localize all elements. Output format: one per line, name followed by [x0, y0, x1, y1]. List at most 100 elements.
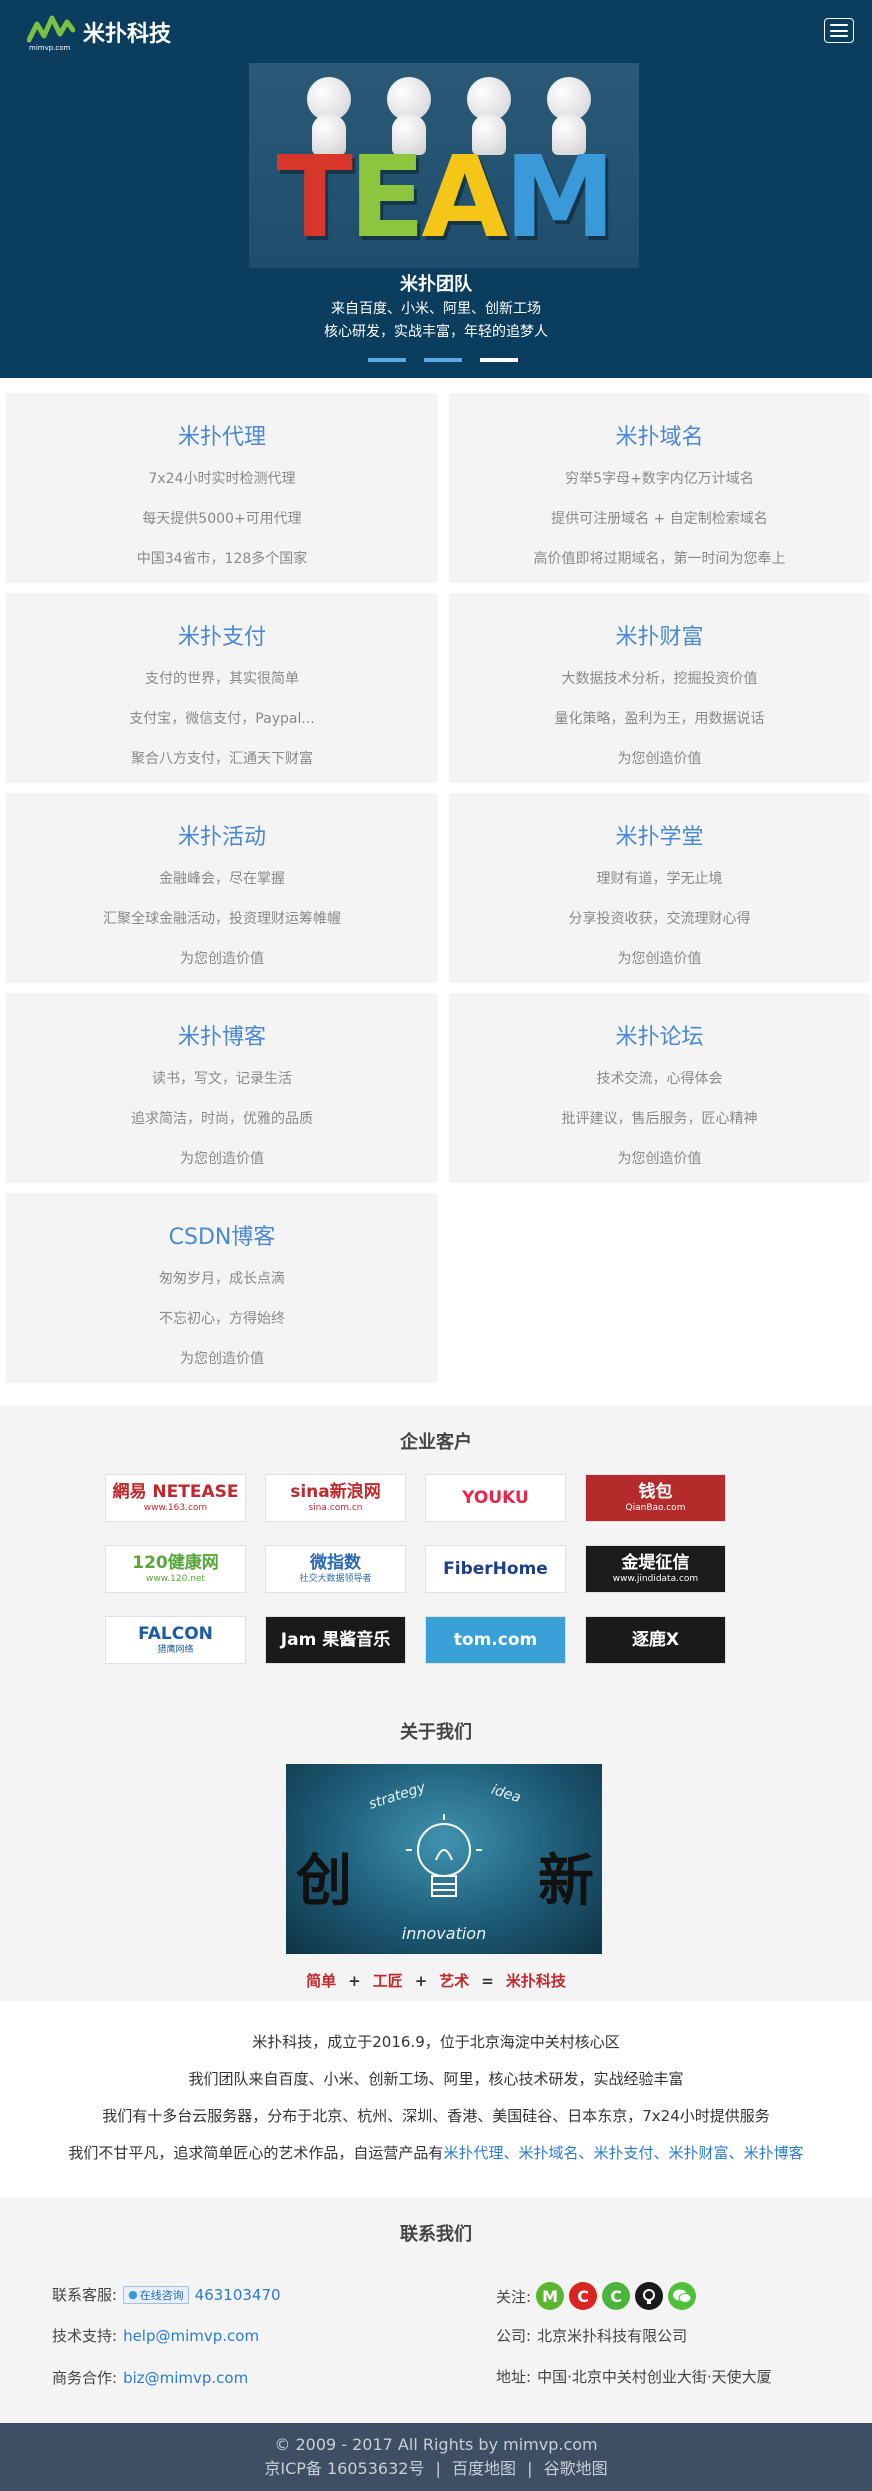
- service-title[interactable]: 米扑活动: [6, 819, 438, 851]
- service-line: 每天提供5000+可用代理: [142, 511, 302, 527]
- service-card-proxy[interactable]: 米扑代理 7x24小时实时检测代理 每天提供5000+可用代理 中国34省市，1…: [6, 393, 438, 583]
- client-logo[interactable]: 120健康网 www.120.net: [105, 1545, 246, 1593]
- client-logo[interactable]: 金堤征信 www.jindidata.com: [585, 1545, 726, 1593]
- service-card-csdn[interactable]: CSDN博客 匆匆岁月，成长点滴 不忘初心，方得始终 为您创造价值: [6, 1193, 438, 1383]
- carousel-dot[interactable]: [368, 358, 406, 362]
- wechat-icon[interactable]: [668, 2282, 697, 2310]
- client-logo[interactable]: 钱包 QianBao.com: [585, 1474, 726, 1522]
- client-logo-grid: 網易 NETEASE www.163.com sina新浪网 sina.com.cn Y…: [105, 1474, 726, 1664]
- service-title[interactable]: 米扑学堂: [449, 819, 870, 851]
- contact-title: 联系我们: [400, 2224, 472, 2245]
- service-line: 金融峰会，尽在掌握: [159, 871, 285, 887]
- brand-name: 米扑科技: [83, 22, 172, 47]
- logo[interactable]: mimvp.com 米扑科技: [27, 14, 172, 52]
- product-link[interactable]: 米扑域名: [518, 2144, 578, 2162]
- service-line: 为您创造价值: [180, 951, 264, 967]
- service-card-forum[interactable]: 米扑论坛 技术交流，心得体会 批评建议，售后服务，匠心精神 为您创造价值: [449, 993, 870, 1183]
- service-card-blog[interactable]: 米扑博客 读书，写文，记录生活 追求简洁，时尚，优雅的品质 为您创造价值: [6, 993, 438, 1183]
- service-line: 量化策略，盈利为王，用数据说话: [554, 711, 765, 727]
- product-link[interactable]: 米扑博客: [744, 2144, 804, 2162]
- service-title[interactable]: 米扑代理: [6, 419, 438, 451]
- github-icon[interactable]: [635, 2282, 664, 2310]
- service-line: 7x24小时实时检测代理: [148, 471, 296, 487]
- about-paragraph: 我们有十多台云服务器，分布于北京、杭州、深圳、香港、美国硅谷、日本东京，7x24…: [102, 2107, 770, 2125]
- service-card-school[interactable]: 米扑学堂 理财有道，学无止境 分享投资收获，交流理财心得 为您创造价值: [449, 793, 870, 983]
- logo-subtext: mimvp.com: [29, 44, 71, 52]
- service-title[interactable]: 米扑博客: [6, 1019, 438, 1051]
- client-logo[interactable]: 網易 NETEASE www.163.com: [105, 1474, 246, 1522]
- service-title[interactable]: 米扑财富: [449, 619, 870, 651]
- client-logo[interactable]: FALCON 猎鹰网络: [105, 1616, 246, 1664]
- mimvp-social-icon[interactable]: M: [536, 2282, 565, 2310]
- client-logo[interactable]: FiberHome: [425, 1545, 566, 1593]
- c-social-icon[interactable]: C: [602, 2282, 631, 2310]
- baidu-map-link[interactable]: 百度地图: [452, 2459, 516, 2478]
- icp-link[interactable]: 京ICP备 16053632号: [264, 2459, 424, 2478]
- service-card-wealth[interactable]: 米扑财富 大数据技术分析，挖掘投资价值 量化策略，盈利为王，用数据说话 为您创造…: [449, 593, 870, 783]
- service-title[interactable]: 米扑域名: [449, 419, 870, 451]
- tech-email-link[interactable]: help@mimvp.com: [123, 2327, 259, 2345]
- csdn-social-icon[interactable]: C: [569, 2282, 598, 2310]
- service-line: 追求简洁，时尚，优雅的品质: [131, 1111, 313, 1127]
- about-section: 关于我们 创 新 strategy idea innovation 简单 + 工匠 +…: [0, 1696, 872, 2001]
- service-card-domain[interactable]: 米扑域名 穷举5字母+数字内亿万计域名 提供可注册域名 + 自定制检索域名 高价…: [449, 393, 870, 583]
- footer: © 2009 - 2017 All Rights by mimvp.com 京I…: [0, 2423, 872, 2491]
- about-paragraph: 米扑科技，成立于2016.9，位于北京海淀中关村核心区: [252, 2033, 620, 2051]
- service-line: 读书，写文，记录生活: [152, 1071, 292, 1087]
- carousel-dot[interactable]: [424, 358, 462, 362]
- contact-service: 联系客服: ● 在线咨询 463103470: [52, 2285, 281, 2304]
- banner-image: TEAM: [249, 63, 639, 268]
- client-logo[interactable]: YOUKU: [425, 1474, 566, 1522]
- about-title: 关于我们: [400, 1722, 472, 1743]
- service-line: 为您创造价值: [617, 951, 702, 967]
- contact-address: 地址: 中国·北京中关村创业大街·天使大厦: [496, 2368, 772, 2386]
- contact-follow: 关注: M C C: [496, 2282, 697, 2310]
- service-card-events[interactable]: 米扑活动 金融峰会，尽在掌握 汇聚全球金融活动，投资理财运筹帷幄 为您创造价值: [6, 793, 438, 983]
- service-line: 聚合八方支付，汇通天下财富: [131, 751, 313, 767]
- client-logo[interactable]: 逐鹿X: [585, 1616, 726, 1664]
- service-line: 支付的世界，其实很简单: [145, 671, 299, 687]
- logo-icon: mimvp.com: [27, 14, 75, 52]
- client-logo[interactable]: tom.com: [425, 1616, 566, 1664]
- client-logo[interactable]: Jam 果酱音乐: [265, 1616, 406, 1664]
- header: mimvp.com 米扑科技 TEAM 米扑团队 来自百度、小米、阿里、创新工场…: [0, 0, 872, 378]
- about-paragraph: 我们团队来自百度、小米、创新工场、阿里，核心技术研发，实战经验丰富: [188, 2070, 684, 2088]
- banner-line-1: 来自百度、小米、阿里、创新工场: [331, 301, 541, 317]
- service-line: 为您创造价值: [617, 751, 702, 767]
- about-paragraph: 我们不甘平凡，追求简单匠心的艺术作品，自运营产品有米扑代理、米扑域名、米扑支付、…: [68, 2144, 804, 2162]
- lightbulb-icon: [406, 1814, 482, 1897]
- clients-section: 企业客户 網易 NETEASE www.163.com sina新浪网 sina.co…: [0, 1406, 872, 1696]
- service-line: 分享投资收获，交流理财心得: [568, 911, 751, 927]
- banner-line-2: 核心研发，实战丰富，年轻的追梦人: [324, 324, 548, 340]
- biz-email-link[interactable]: biz@mimvp.com: [123, 2369, 248, 2387]
- service-line: 批评建议，售后服务，匠心精神: [561, 1111, 758, 1127]
- service-line: 汇聚全球金融活动，投资理财运筹帷幄: [103, 911, 341, 927]
- service-line: 提供可注册域名 + 自定制检索域名: [551, 511, 768, 527]
- innovation-image: 创 新 strategy idea innovation: [286, 1764, 602, 1954]
- client-logo[interactable]: sina新浪网 sina.com.cn: [265, 1474, 406, 1522]
- online-chat-button[interactable]: ● 在线咨询: [123, 2285, 189, 2304]
- menu-icon[interactable]: [824, 18, 854, 43]
- service-line: 为您创造价值: [180, 1351, 264, 1367]
- contact-section: 联系我们 联系客服: ● 在线咨询 463103470 技术支持: help@mi…: [0, 2198, 872, 2423]
- google-map-link[interactable]: 谷歌地图: [544, 2459, 608, 2478]
- service-title[interactable]: 米扑论坛: [449, 1019, 870, 1051]
- product-link[interactable]: 米扑代理: [443, 2144, 503, 2162]
- client-logo[interactable]: 微指数 社交大数据领导者: [265, 1545, 406, 1593]
- service-line: 大数据技术分析，挖掘投资价值: [561, 671, 758, 687]
- product-link[interactable]: 米扑财富: [669, 2144, 729, 2162]
- service-line: 高价值即将过期域名，第一时间为您奉上: [533, 551, 786, 567]
- qq-link[interactable]: 463103470: [195, 2286, 281, 2304]
- service-title[interactable]: 米扑支付: [6, 619, 438, 651]
- service-line: 理财有道，学无止境: [596, 871, 723, 887]
- carousel-dot-active[interactable]: [480, 358, 518, 362]
- about-text: 米扑科技，成立于2016.9，位于北京海淀中关村核心区 我们团队来自百度、小米、…: [0, 2024, 872, 2172]
- service-line: 技术交流，心得体会: [596, 1071, 723, 1087]
- service-line: 支付宝，微信支付，Paypal...: [129, 711, 315, 727]
- service-card-pay[interactable]: 米扑支付 支付的世界，其实很简单 支付宝，微信支付，Paypal... 聚合八方…: [6, 593, 438, 783]
- footer-links: 京ICP备 16053632号 | 百度地图 | 谷歌地图: [264, 2459, 608, 2478]
- service-line: 匆匆岁月，成长点滴: [159, 1271, 285, 1287]
- service-line: 不忘初心，方得始终: [159, 1311, 285, 1327]
- service-title[interactable]: CSDN博客: [6, 1219, 438, 1251]
- product-link[interactable]: 米扑支付: [594, 2144, 654, 2162]
